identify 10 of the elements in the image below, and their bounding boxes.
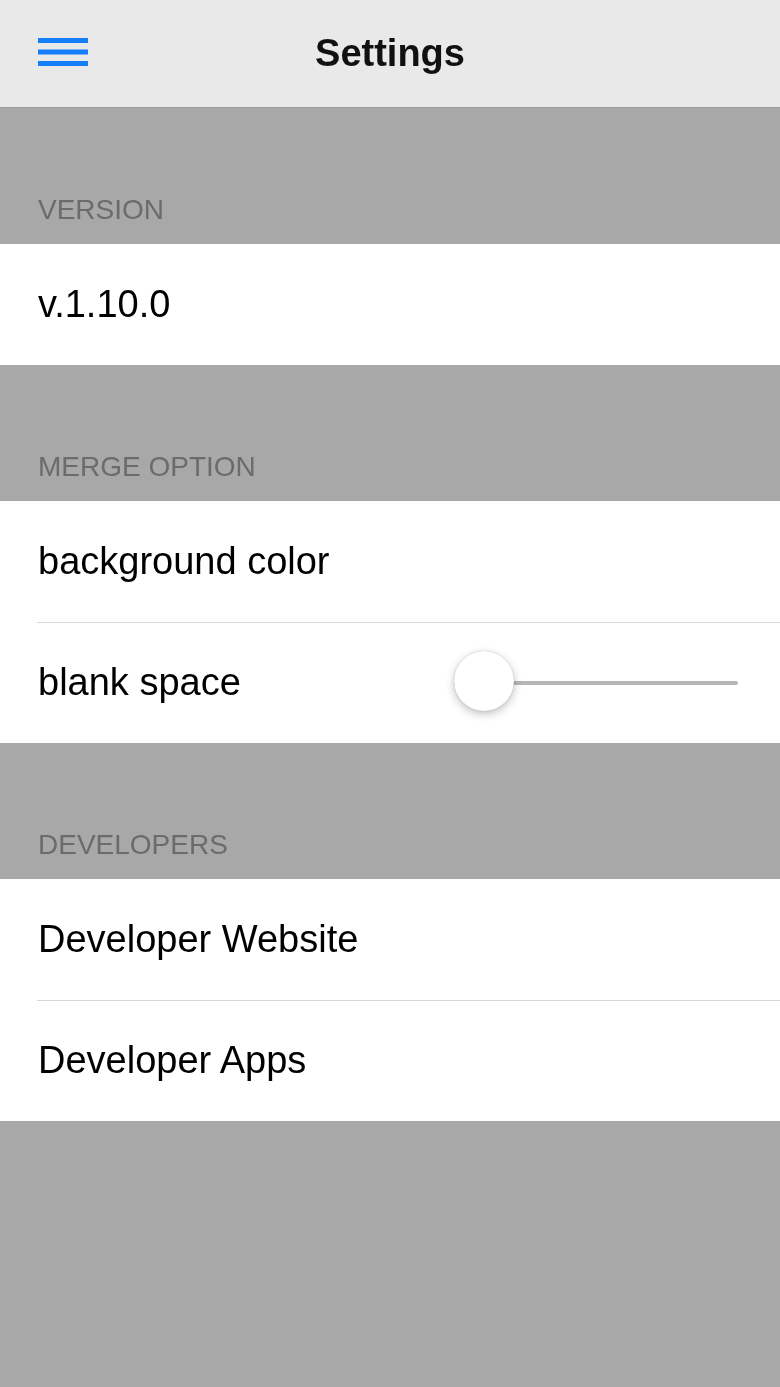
row-label[interactable]: v.1.10.0 [38, 283, 171, 326]
menu-icon[interactable] [38, 36, 88, 68]
row-label[interactable]: Developer Website [38, 918, 359, 961]
row-label: blank space [38, 661, 241, 704]
section-header: DEVELOPERS [38, 829, 228, 861]
row-label[interactable]: Developer Apps [38, 1039, 307, 1082]
row-label[interactable]: background color [38, 540, 330, 583]
section-header: MERGE OPTION [38, 451, 256, 483]
section-header: VERSION [38, 194, 165, 226]
screen-title: Settings [315, 32, 465, 75]
